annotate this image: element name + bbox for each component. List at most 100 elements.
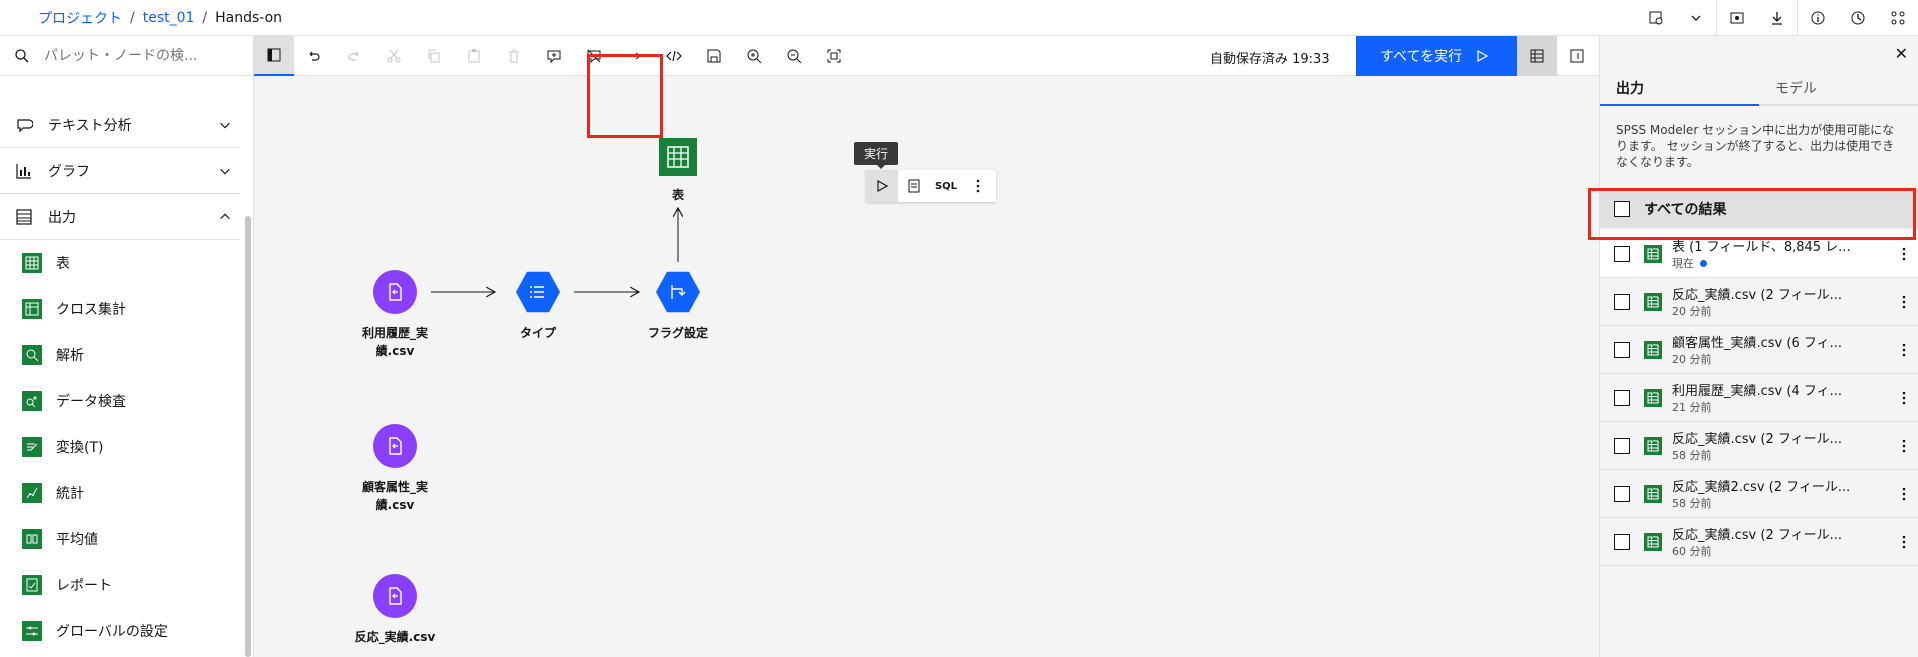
palette-item-matrix[interactable]: クロス集計 [0, 286, 240, 332]
palette-item-report[interactable]: レポート [0, 562, 240, 608]
overflow-menu-icon[interactable] [1889, 247, 1918, 261]
run-tooltip: 実行 [854, 142, 899, 169]
close-icon[interactable]: ✕ [1895, 44, 1908, 63]
code-icon [666, 50, 682, 62]
node-source-response[interactable]: 反応_実績.csv [340, 574, 450, 646]
tab-models[interactable]: モデル [1759, 72, 1918, 106]
run-node-button[interactable] [866, 170, 898, 202]
node-source-usage[interactable]: 利用履歴_実 績.csv [340, 270, 450, 360]
result-title: 反応_実績2.csv (2 フィール... [1672, 480, 1851, 495]
palette-item-statistics[interactable]: 統計 [0, 470, 240, 516]
outputs-panel-button[interactable] [1517, 36, 1557, 76]
node-type[interactable]: タイプ [483, 270, 593, 342]
flow-settings-icon [1649, 11, 1663, 25]
tab-outputs[interactable]: 出力 [1600, 72, 1759, 106]
table-node-icon [659, 138, 697, 176]
transform-node-icon [22, 437, 42, 457]
result-row[interactable]: 顧客属性_実績.csv (6 フィ... 20 分前 [1600, 326, 1918, 374]
result-checkbox[interactable] [1614, 533, 1630, 550]
sql-button[interactable]: SQL [930, 170, 962, 202]
category-output[interactable]: 出力 [0, 194, 240, 240]
result-checkbox[interactable] [1614, 293, 1630, 310]
palette-item-label: レポート [56, 578, 112, 594]
node-set-to-flag[interactable]: フラグ設定 [623, 270, 733, 342]
toggle-palette-button[interactable] [254, 36, 294, 76]
undo-icon [309, 51, 320, 61]
result-checkbox[interactable] [1614, 437, 1630, 454]
means-node-icon [22, 529, 42, 549]
table-output-icon [1644, 340, 1662, 359]
apps-button[interactable] [1878, 0, 1918, 36]
new-indicator-dot [1700, 259, 1707, 267]
overflow-menu-icon[interactable] [1889, 487, 1918, 501]
overflow-menu-icon[interactable] [1889, 295, 1918, 309]
report-node-icon [22, 575, 42, 595]
highlight-latest-result [1588, 188, 1916, 240]
run-all-button[interactable]: すべてを実行 [1356, 36, 1517, 76]
flow-canvas[interactable]: 実行 SQL 表 利用履歴_実 績.csv タイプ フラグ設定 顧客属性_実 績… [254, 54, 1599, 657]
palette-search [0, 36, 253, 76]
save-version-button[interactable] [694, 36, 734, 76]
result-row[interactable]: 反応_実績.csv (2 フィール... 58 分前 [1600, 422, 1918, 470]
breadcrumb-separator: / [202, 10, 208, 26]
result-checkbox[interactable] [1614, 485, 1630, 502]
result-time: 20 分前 [1672, 305, 1712, 318]
palette-item-table[interactable]: 表 [0, 240, 240, 286]
play-icon [877, 180, 888, 192]
settings-button[interactable] [1717, 0, 1757, 36]
zoom-in-button[interactable] [734, 36, 774, 76]
result-checkbox[interactable] [1614, 341, 1630, 358]
overflow-menu-icon[interactable] [1889, 343, 1918, 357]
add-comment-button[interactable] [534, 36, 574, 76]
palette-item-data-audit[interactable]: データ検査 [0, 378, 240, 424]
result-checkbox[interactable] [1614, 245, 1630, 262]
global-settings-node-icon [22, 621, 42, 641]
paste-button[interactable] [454, 36, 494, 76]
delete-button[interactable] [494, 36, 534, 76]
copy-button[interactable] [414, 36, 454, 76]
result-time: 21 分前 [1672, 401, 1712, 414]
text-analytics-icon [0, 116, 48, 134]
node-table[interactable]: 表 [623, 138, 733, 204]
search-input[interactable] [44, 47, 244, 64]
breadcrumb-project[interactable]: プロジェクト [38, 8, 122, 28]
cut-button[interactable] [374, 36, 414, 76]
properties-panel-button[interactable] [1557, 36, 1597, 76]
undo-button[interactable] [294, 36, 334, 76]
result-row[interactable]: 反応_実績.csv (2 フィール... 20 分前 [1600, 278, 1918, 326]
overflow-menu-icon[interactable] [1889, 391, 1918, 405]
node-source-customer[interactable]: 顧客属性_実 績.csv [340, 424, 450, 514]
result-row[interactable]: 反応_実績2.csv (2 フィール... 58 分前 [1600, 470, 1918, 518]
breadcrumb-folder[interactable]: test_01 [143, 10, 195, 26]
info-button[interactable] [1798, 0, 1838, 36]
statistics-node-icon [22, 483, 42, 503]
zoom-out-button[interactable] [774, 36, 814, 76]
preview-button[interactable] [898, 170, 930, 202]
category-graphs[interactable]: グラフ [0, 148, 240, 194]
play-icon [1477, 50, 1489, 62]
palette-scrollbar[interactable] [245, 216, 251, 657]
category-text-analytics[interactable]: テキスト分析 [0, 102, 240, 148]
redo-button[interactable] [334, 36, 374, 76]
palette-item-transform[interactable]: 変換(T) [0, 424, 240, 470]
result-row[interactable]: 反応_実績.csv (2 フィール... 60 分前 [1600, 518, 1918, 566]
palette-item-global-settings[interactable]: グローバルの設定 [0, 608, 240, 654]
download-button[interactable] [1757, 0, 1797, 36]
chevron-down-icon [210, 118, 240, 132]
fit-to-screen-button[interactable] [814, 36, 854, 76]
overflow-menu-icon[interactable] [1889, 439, 1918, 453]
panel-icon [1570, 49, 1584, 63]
palette-item-means[interactable]: 平均値 [0, 516, 240, 562]
result-time: 現在 [1672, 257, 1694, 270]
overflow-menu-button[interactable] [962, 170, 994, 202]
flow-settings-button[interactable] [1636, 0, 1676, 36]
result-checkbox[interactable] [1614, 389, 1630, 406]
history-icon [1851, 11, 1865, 25]
history-button[interactable] [1838, 0, 1878, 36]
table-output-icon [1644, 388, 1662, 407]
overflow-menu-icon[interactable] [1889, 535, 1918, 549]
top-actions [1636, 0, 1918, 36]
palette-item-analysis[interactable]: 解析 [0, 332, 240, 378]
result-row[interactable]: 利用履歴_実績.csv (4 フィ... 21 分前 [1600, 374, 1918, 422]
dropdown-button[interactable] [1676, 0, 1716, 36]
